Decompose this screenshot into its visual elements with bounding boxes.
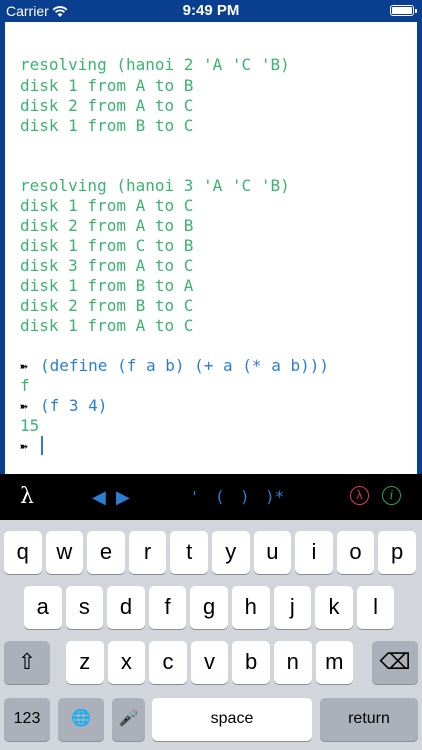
microphone-icon[interactable]: 🎤 xyxy=(112,698,145,741)
key-v[interactable]: v xyxy=(190,641,229,684)
globe-icon[interactable]: 🌐 xyxy=(58,698,104,741)
console-output-line: resolving (hanoi 2 'A 'C 'B) xyxy=(20,55,290,74)
key-d[interactable]: d xyxy=(107,586,145,629)
key-b[interactable]: b xyxy=(232,641,270,684)
key-f[interactable]: f xyxy=(148,586,187,629)
editor-toolbar: λ ◀ ▶ ' ( ) )* λ i xyxy=(0,474,422,520)
console-output-line: disk 1 from A to B xyxy=(20,76,194,95)
console-output-line: disk 2 from B to C xyxy=(20,296,194,315)
key-t[interactable]: t xyxy=(170,531,208,574)
battery-icon xyxy=(390,5,417,16)
return-key[interactable]: return xyxy=(320,698,418,741)
console-prompt-line: ➽ xyxy=(20,436,43,456)
key-a[interactable]: a xyxy=(24,586,62,629)
console-output[interactable]: resolving (hanoi 2 'A 'C 'B) disk 1 from … xyxy=(5,22,417,474)
key-u[interactable]: u xyxy=(253,531,292,574)
key-h[interactable]: h xyxy=(232,586,270,629)
quote-button[interactable]: ' xyxy=(190,474,199,520)
key-e[interactable]: e xyxy=(87,531,125,574)
key-n[interactable]: n xyxy=(274,641,312,684)
status-bar: Carrier 9:49 PM xyxy=(0,0,422,22)
key-q[interactable]: q xyxy=(4,531,42,574)
input-text: (define (f a b) (+ a (* a b))) xyxy=(40,356,329,375)
open-paren-button[interactable]: ( xyxy=(215,474,225,520)
key-z[interactable]: z xyxy=(66,641,104,684)
lambda-menu-button[interactable]: λ xyxy=(20,474,34,520)
close-all-parens-button[interactable]: )* xyxy=(265,474,284,520)
key-o[interactable]: o xyxy=(336,531,375,574)
clock: 9:49 PM xyxy=(182,2,240,19)
console-output-line: disk 2 from A to B xyxy=(20,216,194,235)
console-output-line: disk 2 from A to C xyxy=(20,96,194,115)
console-output-line: disk 1 from A to C xyxy=(20,316,194,335)
key-y[interactable]: y xyxy=(212,531,250,574)
console-output-line: f xyxy=(20,376,30,395)
console-output-line: disk 1 from B to A xyxy=(20,276,194,295)
keyboard: q w e r t y u i o p a s d f g h j k l ⇧ z x c v b n m ⌫ 123 🌐 🎤 space re… xyxy=(0,520,422,750)
key-k[interactable]: k xyxy=(315,586,353,629)
key-i[interactable]: i xyxy=(295,531,333,574)
text-cursor xyxy=(41,436,43,455)
key-r[interactable]: r xyxy=(128,531,167,574)
console-frame: resolving (hanoi 2 'A 'C 'B) disk 1 from … xyxy=(0,22,422,474)
console-output-line: resolving (hanoi 3 'A 'C 'B) xyxy=(20,176,290,195)
console-input-line: ➽ (define (f a b) (+ a (* a b))) xyxy=(20,356,329,376)
console-output-line: disk 3 from A to C xyxy=(20,256,194,275)
prompt-icon: ➽ xyxy=(20,400,28,415)
input-text: (f 3 4) xyxy=(40,396,108,415)
key-j[interactable]: j xyxy=(273,586,312,629)
space-key[interactable]: space xyxy=(152,698,312,741)
key-x[interactable]: x xyxy=(107,641,146,684)
key-g[interactable]: g xyxy=(190,586,228,629)
key-m[interactable]: m xyxy=(315,641,354,684)
numbers-key[interactable]: 123 xyxy=(4,698,50,741)
console-output-line: disk 1 from C to B xyxy=(20,236,194,255)
arrow-right-icon[interactable]: ▶ xyxy=(116,474,130,520)
key-s[interactable]: s xyxy=(65,586,104,629)
key-c[interactable]: c xyxy=(149,641,187,684)
key-l[interactable]: l xyxy=(356,586,395,629)
backspace-key[interactable]: ⌫ xyxy=(372,641,418,684)
console-output-line: disk 1 from B to C xyxy=(20,116,194,135)
console-input-line: ➽ (f 3 4) xyxy=(20,396,107,416)
key-p[interactable]: p xyxy=(378,531,416,574)
prompt-icon: ➽ xyxy=(20,440,28,455)
prompt-icon: ➽ xyxy=(20,360,28,375)
key-w[interactable]: w xyxy=(45,531,84,574)
info-circle-icon[interactable]: i xyxy=(382,486,401,505)
console-output-line: 15 xyxy=(20,416,40,435)
lambda-circle-icon[interactable]: λ xyxy=(350,486,369,505)
console-output-line: disk 1 from A to C xyxy=(20,196,194,215)
arrow-left-icon[interactable]: ◀ xyxy=(92,474,106,520)
shift-key[interactable]: ⇧ xyxy=(4,641,50,684)
close-paren-button[interactable]: ) xyxy=(240,474,250,520)
